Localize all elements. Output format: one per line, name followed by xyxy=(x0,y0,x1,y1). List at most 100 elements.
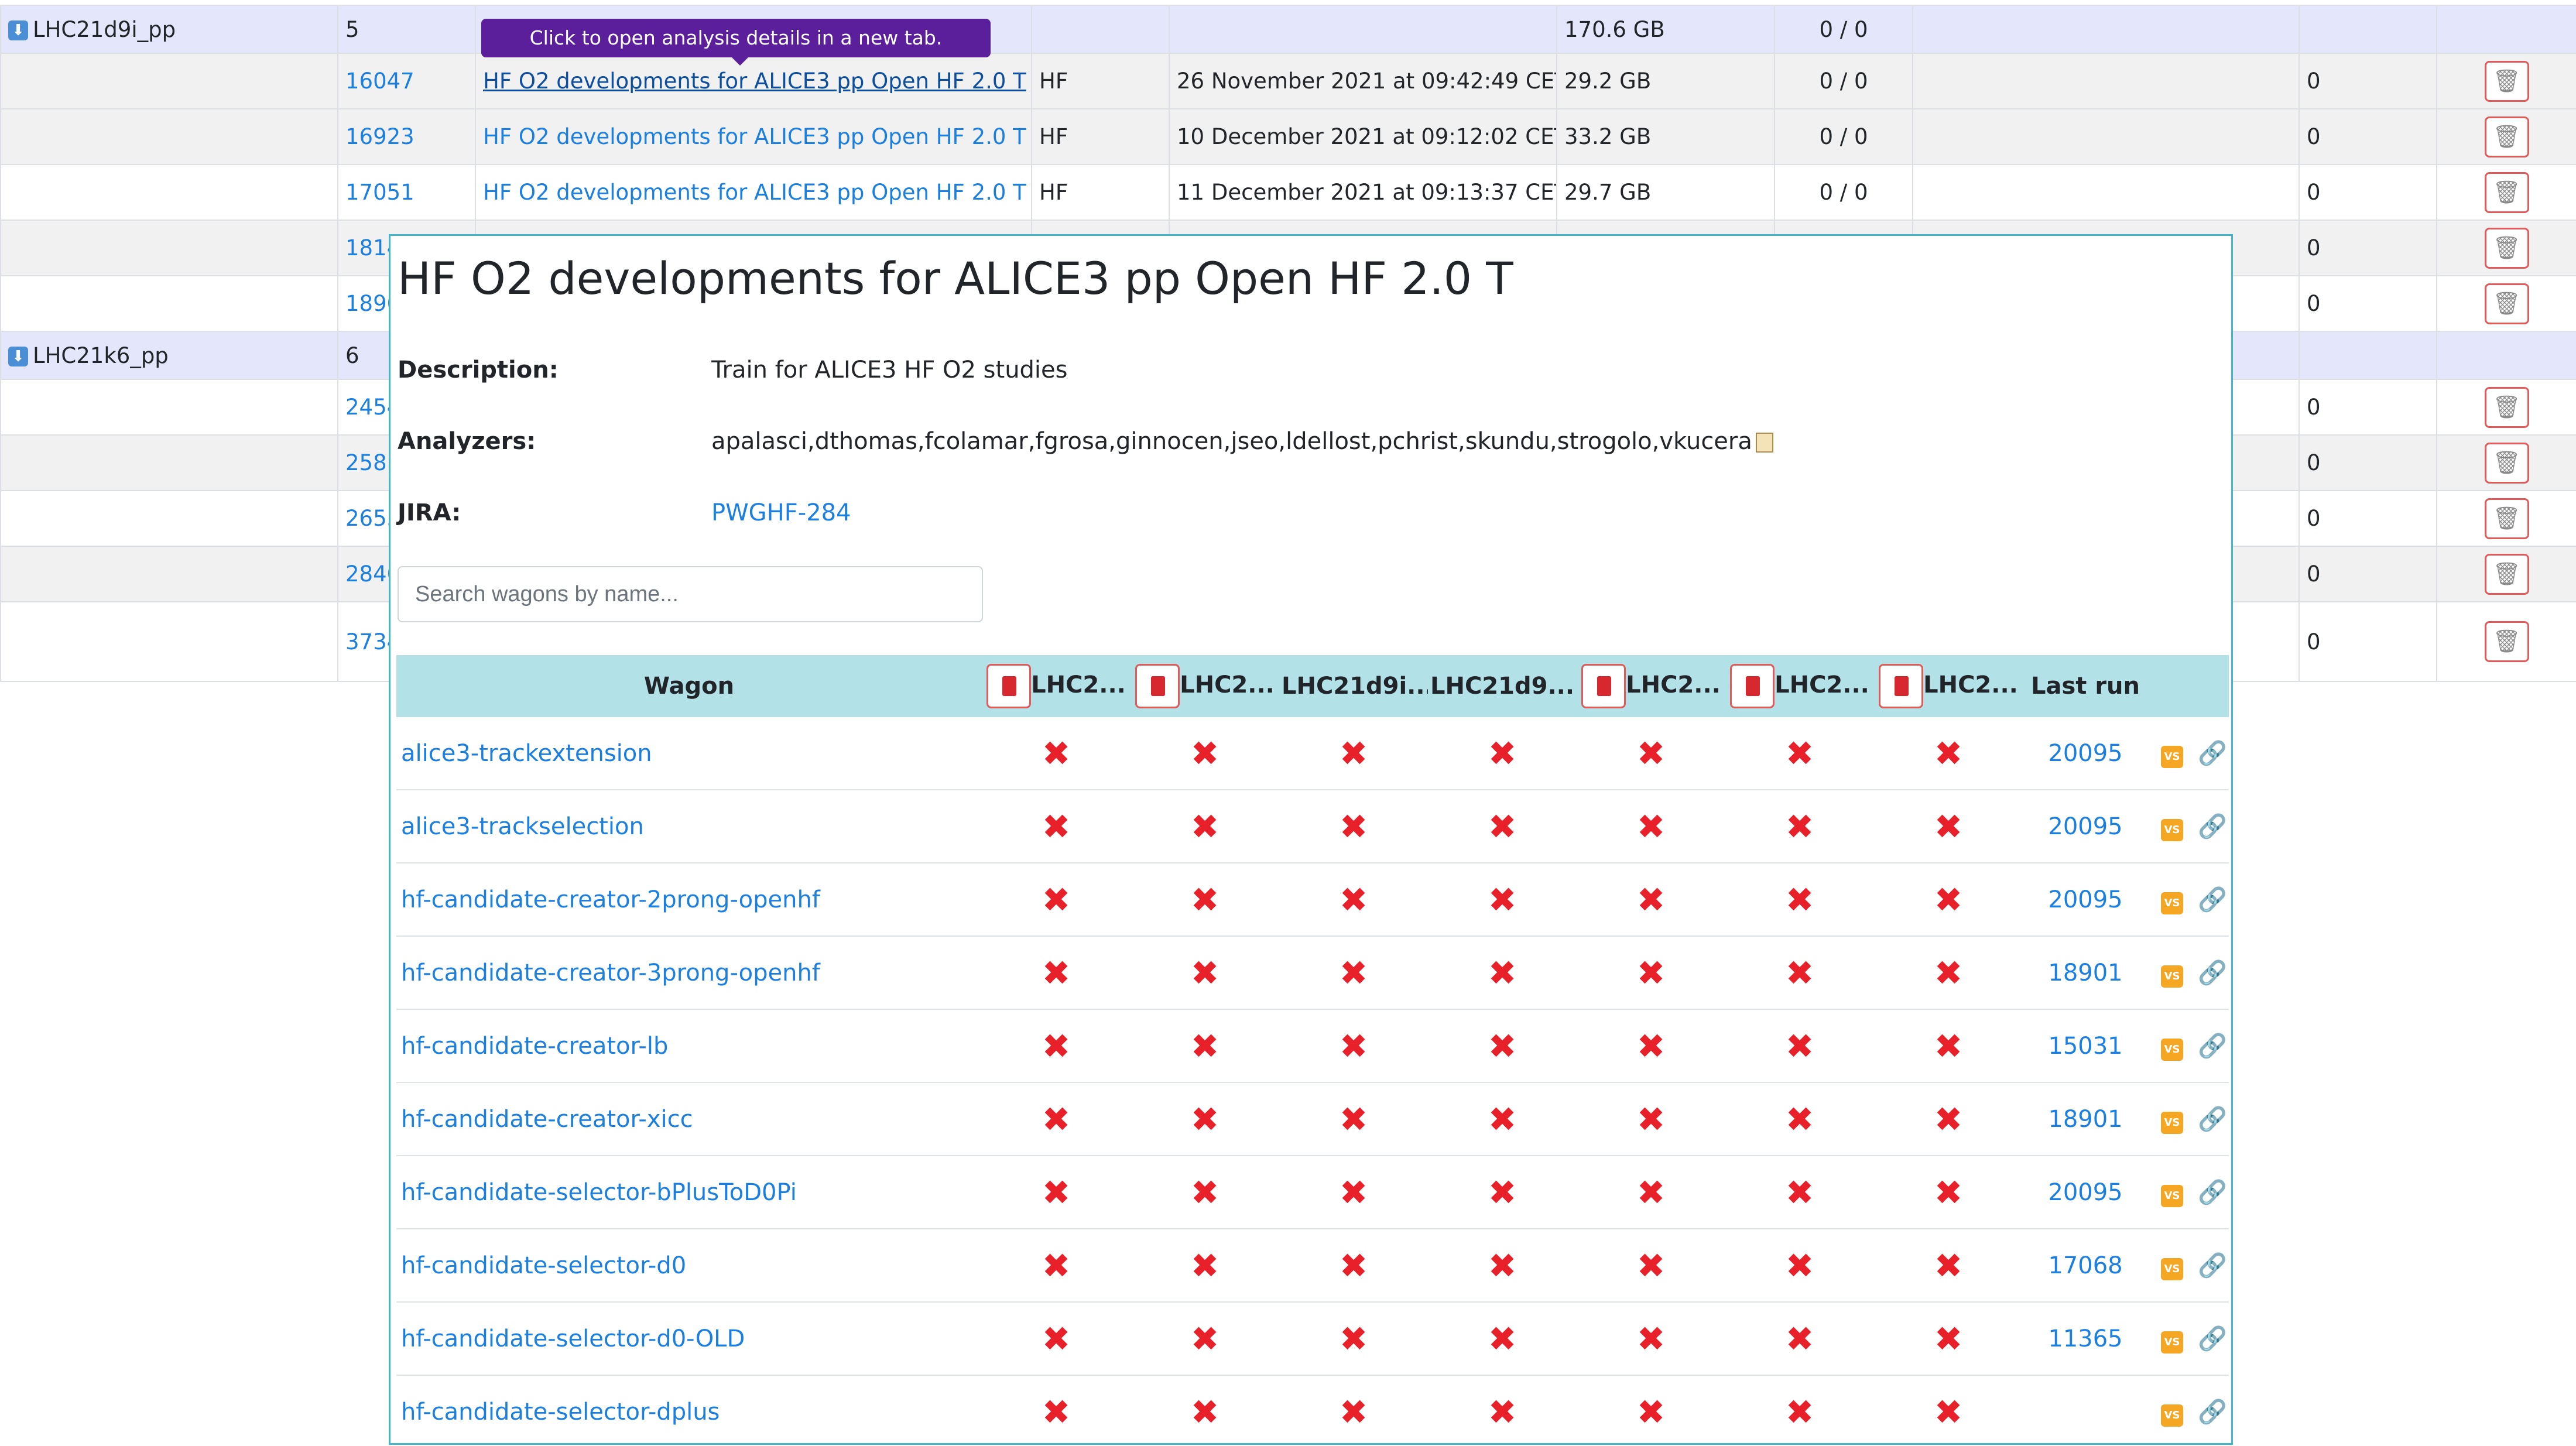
last-run-link[interactable]: 20095 xyxy=(2048,886,2122,913)
trash-icon[interactable]: 🗑 xyxy=(2484,553,2529,595)
column-header-dataset[interactable]: LHC2... xyxy=(982,655,1131,717)
status-failed-icon: ✖ xyxy=(1339,1392,1368,1432)
graph-icon[interactable]: 🔗 xyxy=(2198,1105,2227,1133)
graph-icon[interactable]: 🔗 xyxy=(2198,739,2227,767)
status-failed-icon: ✖ xyxy=(1339,1026,1368,1066)
trash-icon[interactable]: 🗑 xyxy=(2484,116,2529,157)
dataset-name-cell[interactable]: ⬇ LHC21d9i_pp xyxy=(0,5,338,54)
status-failed-icon: ✖ xyxy=(1934,879,1963,920)
last-run-link[interactable]: 20095 xyxy=(2048,813,2122,840)
config-icon[interactable] xyxy=(986,664,1032,708)
train-tag: HF xyxy=(1031,108,1170,165)
wagon-name-link[interactable]: hf-candidate-selector-d0-OLD xyxy=(401,1325,745,1352)
wagon-name-link[interactable]: hf-candidate-selector-d0 xyxy=(401,1252,686,1279)
wagon-row: hf-candidate-selector-dplus ✖ ✖ ✖ ✖ ✖ ✖ ✖ VS 🔗 xyxy=(396,1375,2229,1443)
wagon-name-link[interactable]: alice3-trackextension xyxy=(401,740,652,767)
status-failed-icon: ✖ xyxy=(1042,1392,1071,1432)
status-failed-icon: ✖ xyxy=(1934,1245,1963,1286)
config-icon[interactable] xyxy=(1730,664,1775,708)
vs-icon[interactable]: VS xyxy=(2161,1038,2183,1061)
wagon-name-link[interactable]: hf-candidate-creator-lb xyxy=(401,1033,668,1060)
count: 0 xyxy=(2298,434,2437,491)
expand-icon[interactable]: ⬇ xyxy=(8,20,28,40)
count: 0 xyxy=(2298,379,2437,436)
status-failed-icon: ✖ xyxy=(1042,733,1071,773)
trash-icon[interactable]: 🗑 xyxy=(2484,498,2529,539)
graph-icon[interactable]: 🔗 xyxy=(2198,959,2227,986)
trash-icon[interactable]: 🗑 xyxy=(2484,227,2529,269)
train-title-link[interactable]: HF O2 developments for ALICE3 pp Open HF… xyxy=(483,180,1026,205)
train-id-link[interactable]: 16923 xyxy=(345,124,415,149)
last-run-link[interactable]: 20095 xyxy=(2048,740,2122,767)
last-run-link[interactable]: 17068 xyxy=(2048,1252,2122,1279)
graph-icon[interactable]: 🔗 xyxy=(2198,813,2227,840)
column-header-dataset[interactable]: LHC2... xyxy=(1577,655,1725,717)
train-id-link[interactable]: 17051 xyxy=(345,180,415,205)
status-failed-icon: ✖ xyxy=(1190,1392,1220,1432)
last-run-link[interactable]: 20095 xyxy=(2048,1179,2122,1206)
wagon-name-link[interactable]: hf-candidate-selector-dplus xyxy=(401,1399,720,1426)
vs-icon[interactable]: VS xyxy=(2161,818,2183,841)
graph-icon[interactable]: 🔗 xyxy=(2198,886,2227,913)
status-failed-icon: ✖ xyxy=(1785,1172,1814,1212)
expand-icon[interactable]: ⬇ xyxy=(8,347,28,366)
vs-icon[interactable]: VS xyxy=(2161,1184,2183,1207)
search-wagons-input[interactable] xyxy=(398,566,983,622)
config-icon[interactable] xyxy=(1879,664,1924,708)
config-icon[interactable] xyxy=(1581,664,1626,708)
graph-icon[interactable]: 🔗 xyxy=(2198,1032,2227,1060)
graph-icon[interactable]: 🔗 xyxy=(2198,1178,2227,1206)
status-failed-icon: ✖ xyxy=(1488,1318,1517,1359)
wagon-name-link[interactable]: hf-candidate-creator-2prong-openhf xyxy=(401,886,820,913)
last-run-link[interactable]: 15031 xyxy=(2048,1033,2122,1060)
trash-icon[interactable]: 🗑 xyxy=(2484,283,2529,324)
vs-icon[interactable]: VS xyxy=(2161,1257,2183,1280)
trash-icon[interactable]: 🗑 xyxy=(2484,386,2529,428)
status-failed-icon: ✖ xyxy=(1488,879,1517,920)
last-run-link[interactable]: 11365 xyxy=(2048,1325,2122,1352)
graph-icon[interactable]: 🔗 xyxy=(2198,1252,2227,1279)
train-title-link[interactable]: HF O2 developments for ALICE3 pp Open HF… xyxy=(483,124,1026,149)
vs-icon[interactable]: VS xyxy=(2161,965,2183,988)
graph-icon[interactable]: 🔗 xyxy=(2198,1398,2227,1426)
status-failed-icon: ✖ xyxy=(1042,1172,1071,1212)
column-header-dataset[interactable]: LHC21d9i... xyxy=(1279,655,1428,717)
column-header-dataset[interactable]: LHC2... xyxy=(1725,655,1874,717)
jira-link[interactable]: PWGHF-284 xyxy=(711,499,851,526)
trash-icon[interactable]: 🗑 xyxy=(2484,621,2529,662)
wagon-name-link[interactable]: hf-candidate-selector-bPlusToD0Pi xyxy=(401,1179,797,1206)
vs-icon[interactable]: VS xyxy=(2161,1331,2183,1354)
trash-icon[interactable]: 🗑 xyxy=(2484,60,2529,102)
config-icon[interactable] xyxy=(1135,664,1180,708)
column-header-dataset[interactable]: LHC21d9... xyxy=(1428,655,1577,717)
train-size: 29.7 GB xyxy=(1556,164,1775,221)
graph-icon[interactable]: 🔗 xyxy=(2198,1325,2227,1352)
status-failed-icon: ✖ xyxy=(1934,952,1963,993)
column-header-dataset[interactable]: LHC2... xyxy=(1131,655,1279,717)
column-header-last-run: Last run xyxy=(2023,655,2148,717)
status-failed-icon: ✖ xyxy=(1636,1318,1666,1359)
wagon-name-link[interactable]: alice3-trackselection xyxy=(401,813,644,840)
wagon-row: hf-candidate-selector-d0-OLD ✖ ✖ ✖ ✖ ✖ ✖ ✖ 11365… xyxy=(396,1302,2229,1376)
vs-icon[interactable]: VS xyxy=(2161,745,2183,768)
train-tag: HF xyxy=(1031,53,1170,109)
dataset-group-row[interactable]: ⬇ LHC21d9i_pp 5 170.6 GB 0 / 0 xyxy=(0,5,2576,54)
trash-icon[interactable]: 🗑 xyxy=(2484,172,2529,213)
dataset-name-cell[interactable]: ⬇ LHC21k6_pp xyxy=(0,331,338,380)
last-run-link[interactable]: 18901 xyxy=(2048,1106,2122,1133)
trash-icon[interactable]: 🗑 xyxy=(2484,442,2529,484)
status-failed-icon: ✖ xyxy=(1785,1026,1814,1066)
vs-icon[interactable]: VS xyxy=(2161,892,2183,914)
status-failed-icon: ✖ xyxy=(1934,1172,1963,1212)
vs-icon[interactable]: VS xyxy=(2161,1111,2183,1134)
train-title-link[interactable]: HF O2 developments for ALICE3 pp Open HF… xyxy=(483,68,1026,94)
vs-icon[interactable]: VS xyxy=(2161,1404,2183,1427)
train-id-link[interactable]: 16047 xyxy=(345,68,415,94)
column-header-dataset[interactable]: LHC2... xyxy=(1874,655,2023,717)
last-run-link[interactable]: 18901 xyxy=(2048,960,2122,986)
copy-icon[interactable] xyxy=(1755,433,1773,453)
status-failed-icon: ✖ xyxy=(1636,1026,1666,1066)
wagon-name-link[interactable]: hf-candidate-creator-xicc xyxy=(401,1106,693,1133)
wagon-name-link[interactable]: hf-candidate-creator-3prong-openhf xyxy=(401,960,820,986)
status-failed-icon: ✖ xyxy=(1785,1099,1814,1139)
